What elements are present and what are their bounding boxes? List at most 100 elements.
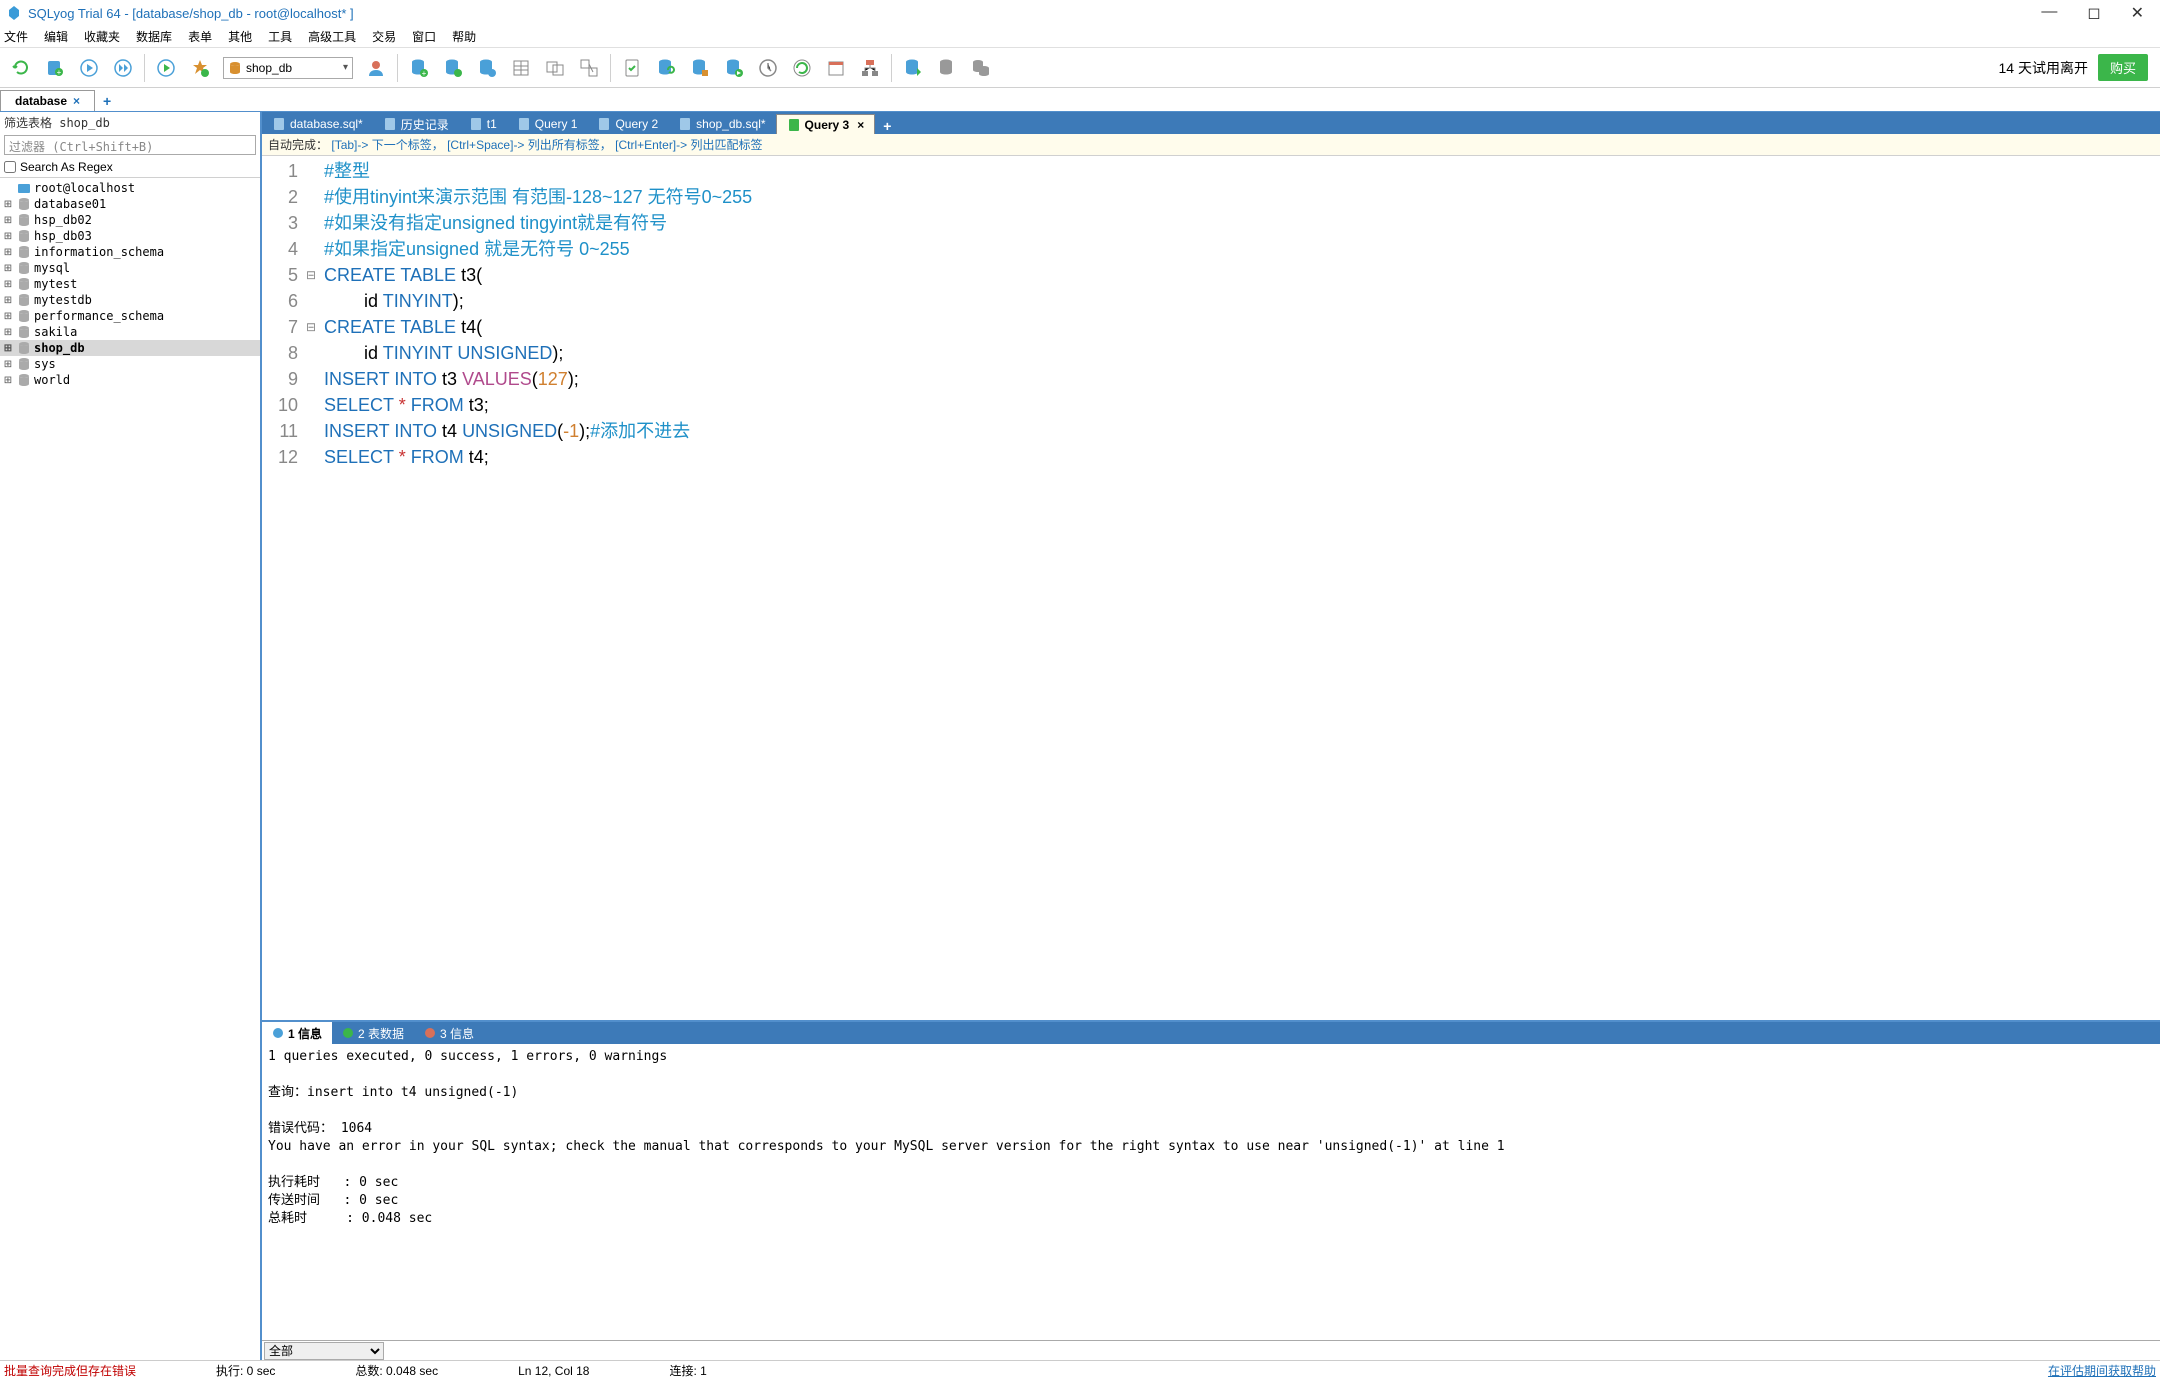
tree-database[interactable]: ⊞performance_schema: [0, 308, 260, 324]
database-icon: [228, 61, 242, 75]
db-edit-icon[interactable]: [687, 55, 713, 81]
new-query-icon[interactable]: +: [42, 55, 68, 81]
status-bar: 批量查询完成但存在错误 执行: 0 sec 总数: 0.048 sec Ln 1…: [0, 1360, 2160, 1380]
clock-icon[interactable]: [755, 55, 781, 81]
result-footer: 全部: [262, 1340, 2160, 1360]
db-add-icon[interactable]: +: [406, 55, 432, 81]
minimize-icon[interactable]: —: [2041, 3, 2057, 23]
trial-notice: 14 天试用离开: [1999, 58, 2088, 78]
regex-checkbox-row[interactable]: Search As Regex: [0, 157, 260, 178]
execute-all-icon[interactable]: [110, 55, 136, 81]
menu-item[interactable]: 高级工具: [308, 28, 356, 45]
editor-tab[interactable]: Query 2: [587, 114, 668, 134]
editor-tab[interactable]: Query 3×: [776, 114, 876, 134]
toolbar: + shop_db ▾ + 14 天试用离开 购买: [0, 48, 2160, 88]
maximize-icon[interactable]: ◻: [2087, 3, 2100, 23]
editor-tab[interactable]: t1: [459, 114, 507, 134]
fold-gutter[interactable]: ⊟⊟: [306, 156, 320, 1020]
table3-icon[interactable]: [576, 55, 602, 81]
status-error: 批量查询完成但存在错误: [4, 1362, 136, 1379]
menu-item[interactable]: 收藏夹: [84, 28, 120, 45]
tree-database[interactable]: ⊞sakila: [0, 324, 260, 340]
close-icon[interactable]: ✕: [2131, 3, 2144, 23]
table-icon[interactable]: [508, 55, 534, 81]
db-sync-icon[interactable]: [440, 55, 466, 81]
db-export-icon[interactable]: [900, 55, 926, 81]
add-editor-tab-icon[interactable]: +: [875, 118, 899, 134]
window-title: SQLyog Trial 64 - [database/shop_db - ro…: [28, 6, 354, 21]
menu-item[interactable]: 其他: [228, 28, 252, 45]
editor-tab[interactable]: 历史记录: [373, 114, 459, 134]
db-import-icon[interactable]: [934, 55, 960, 81]
tree-database[interactable]: ⊞world: [0, 372, 260, 388]
connection-tab[interactable]: database ×: [0, 90, 95, 111]
code-editor[interactable]: 123456789101112 ⊟⊟ #整型 #使用tinyint来演示范围 有…: [262, 156, 2160, 1020]
tree-database[interactable]: ⊞mytest: [0, 276, 260, 292]
execute-plan-icon[interactable]: [153, 55, 179, 81]
status-exec: 执行: 0 sec: [216, 1362, 275, 1379]
menu-item[interactable]: 帮助: [452, 28, 476, 45]
menu-item[interactable]: 窗口: [412, 28, 436, 45]
status-total: 总数: 0.048 sec: [355, 1362, 438, 1379]
menu-item[interactable]: 数据库: [136, 28, 172, 45]
result-tab[interactable]: 3 信息: [414, 1022, 484, 1044]
close-tab-icon[interactable]: ×: [73, 94, 80, 108]
editor-tab[interactable]: Query 1: [507, 114, 588, 134]
tree-database[interactable]: ⊞hsp_db02: [0, 212, 260, 228]
status-help-link[interactable]: 在评估期间获取帮助: [2048, 1362, 2156, 1379]
user-icon[interactable]: [363, 55, 389, 81]
result-tab[interactable]: 1 信息: [262, 1022, 332, 1044]
tree-database[interactable]: ⊞hsp_db03: [0, 228, 260, 244]
regex-checkbox[interactable]: [4, 161, 16, 173]
result-panel: 1 信息2 表数据3 信息 1 queries executed, 0 succ…: [262, 1020, 2160, 1360]
menu-item[interactable]: 文件: [4, 28, 28, 45]
table2-icon[interactable]: [542, 55, 568, 81]
title-bar: SQLyog Trial 64 - [database/shop_db - ro…: [0, 0, 2160, 26]
database-selector[interactable]: shop_db ▾: [223, 57, 353, 79]
db-globe-icon[interactable]: [474, 55, 500, 81]
line-gutter: 123456789101112: [262, 156, 306, 1020]
tree-database[interactable]: ⊞information_schema: [0, 244, 260, 260]
tree-database[interactable]: ⊞sys: [0, 356, 260, 372]
chevron-down-icon: ▾: [343, 62, 348, 73]
tree-root[interactable]: root@localhost: [0, 180, 260, 196]
refresh-icon[interactable]: [8, 55, 34, 81]
add-connection-icon[interactable]: +: [95, 91, 119, 111]
doc-check-icon[interactable]: [619, 55, 645, 81]
format-icon[interactable]: [187, 55, 213, 81]
result-filter-select[interactable]: 全部: [264, 1342, 384, 1360]
menu-item[interactable]: 工具: [268, 28, 292, 45]
menu-item[interactable]: 表单: [188, 28, 212, 45]
calendar-icon[interactable]: [823, 55, 849, 81]
menu-item[interactable]: 交易: [372, 28, 396, 45]
database-selector-value: shop_db: [246, 61, 292, 75]
menu-bar: 文件编辑收藏夹数据库表单其他工具高级工具交易窗口帮助: [0, 26, 2160, 48]
db-copy-icon[interactable]: [968, 55, 994, 81]
tree-database[interactable]: ⊞shop_db: [0, 340, 260, 356]
object-tree[interactable]: root@localhost⊞database01⊞hsp_db02⊞hsp_d…: [0, 178, 260, 1360]
editor-tab[interactable]: shop_db.sql*: [668, 114, 775, 134]
editor-tabs: database.sql*历史记录t1Query 1Query 2shop_db…: [262, 112, 2160, 134]
svg-text:+: +: [57, 68, 62, 77]
result-tabs: 1 信息2 表数据3 信息: [262, 1022, 2160, 1044]
schema-icon[interactable]: [857, 55, 883, 81]
editor-tab[interactable]: database.sql*: [262, 114, 373, 134]
status-position: Ln 12, Col 18: [518, 1364, 589, 1378]
execute-icon[interactable]: [76, 55, 102, 81]
tree-database[interactable]: ⊞mysql: [0, 260, 260, 276]
db-refresh-icon[interactable]: [653, 55, 679, 81]
refresh2-icon[interactable]: [789, 55, 815, 81]
db-play-icon[interactable]: [721, 55, 747, 81]
menu-item[interactable]: 编辑: [44, 28, 68, 45]
status-connections: 连接: 1: [669, 1362, 706, 1379]
result-body[interactable]: 1 queries executed, 0 success, 1 errors,…: [262, 1044, 2160, 1340]
buy-button[interactable]: 购买: [2098, 54, 2148, 81]
app-logo-icon: [6, 5, 22, 21]
code-content[interactable]: #整型 #使用tinyint来演示范围 有范围-128~127 无符号0~255…: [320, 156, 2160, 1020]
result-tab[interactable]: 2 表数据: [332, 1022, 414, 1044]
close-tab-icon[interactable]: ×: [857, 118, 864, 132]
tree-database[interactable]: ⊞mytestdb: [0, 292, 260, 308]
tree-database[interactable]: ⊞database01: [0, 196, 260, 212]
filter-input[interactable]: 过滤器 (Ctrl+Shift+B): [4, 135, 256, 155]
connection-tab-label: database: [15, 94, 67, 108]
